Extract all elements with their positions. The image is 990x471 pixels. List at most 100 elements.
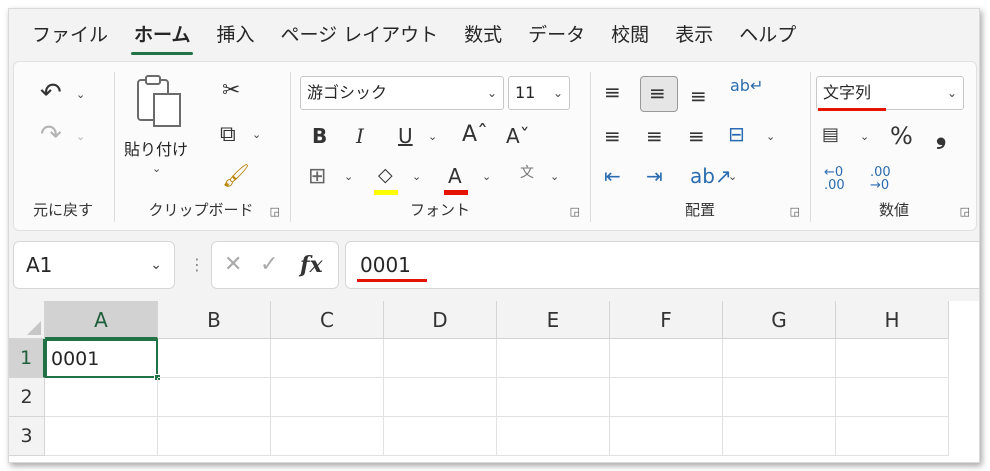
cell-e1[interactable] [497,339,610,378]
underline-icon[interactable]: U [398,126,413,146]
align-left-icon[interactable]: ≡ [604,126,621,146]
cell-g1[interactable] [723,339,836,378]
align-bottom-icon[interactable]: ≡ [690,86,707,106]
accounting-format-icon[interactable]: ▤ [822,126,839,144]
align-middle-button[interactable]: ≡ [640,76,678,112]
cell-a1[interactable]: 0001 [45,339,158,378]
tab-view[interactable]: 表示 [662,9,726,61]
borders-icon[interactable]: ⊞ [308,166,326,188]
decrease-font-size-icon[interactable]: Aˇ [506,126,530,146]
clipboard-launcher-icon[interactable]: ◲ [270,205,280,218]
copy-dropdown-icon[interactable]: ⌄ [252,128,261,141]
phonetic-dropdown-icon[interactable]: ⌄ [550,170,559,183]
font-color-dropdown-icon[interactable]: ⌄ [482,170,491,183]
accounting-dropdown-icon[interactable]: ⌄ [860,130,869,143]
fill-color-icon[interactable]: ◇ [378,166,393,185]
number-format-combo[interactable]: 文字列 ⌄ [816,76,964,110]
cancel-icon[interactable]: ✕ [224,252,242,277]
enter-icon[interactable]: ✓ [260,252,278,277]
column-header-b[interactable]: B [158,301,271,339]
cell-e3[interactable] [497,417,610,456]
percent-style-icon[interactable]: % [890,124,913,148]
cell-h3[interactable] [836,417,949,456]
cell-c2[interactable] [271,378,384,417]
name-box[interactable]: A1 ⌄ [13,241,175,289]
row-header-3[interactable]: 3 [9,417,45,456]
decrease-indent-icon[interactable]: ⇤ [604,166,621,186]
cell-c3[interactable] [271,417,384,456]
borders-dropdown-icon[interactable]: ⌄ [344,170,353,183]
wrap-text-icon[interactable]: ab↵ [730,78,763,94]
cell-f3[interactable] [610,417,723,456]
column-header-c[interactable]: C [271,301,384,339]
font-color-icon[interactable]: A [448,166,462,186]
underline-dropdown-icon[interactable]: ⌄ [428,130,437,143]
cell-d2[interactable] [384,378,497,417]
separator [810,72,811,222]
tab-page-layout[interactable]: ページ レイアウト [267,9,451,61]
italic-icon[interactable]: I [356,126,364,146]
font-name-combo[interactable]: 游ゴシック ⌄ [300,76,504,110]
font-size-combo[interactable]: 11 ⌄ [508,76,570,110]
tab-review[interactable]: 校閲 [598,9,662,61]
row-header-1[interactable]: 1 [9,339,45,378]
tab-help[interactable]: ヘルプ [726,9,809,61]
undo-icon[interactable]: ↶ [40,80,62,106]
column-header-f[interactable]: F [610,301,723,339]
cell-a3[interactable] [45,417,158,456]
cell-f1[interactable] [610,339,723,378]
comma-style-icon[interactable]: ❟ [936,122,946,148]
insert-function-icon[interactable]: fx [300,252,323,278]
align-center-icon[interactable]: ≡ [646,126,663,146]
cell-h2[interactable] [836,378,949,417]
column-header-h[interactable]: H [836,301,949,339]
column-header-d[interactable]: D [384,301,497,339]
column-header-a[interactable]: A [45,301,158,339]
bold-icon[interactable]: B [312,126,327,146]
orientation-icon[interactable]: ab↗ [690,166,732,186]
align-right-icon[interactable]: ≡ [688,126,705,146]
cell-g2[interactable] [723,378,836,417]
decrease-decimal-icon[interactable]: .00 →0 [870,166,891,192]
cell-a2[interactable] [45,378,158,417]
undo-dropdown-icon[interactable]: ⌄ [76,88,85,101]
merge-dropdown-icon[interactable]: ⌄ [766,130,775,143]
cell-b1[interactable] [158,339,271,378]
tab-home[interactable]: ホーム [121,9,203,61]
tab-file[interactable]: ファイル [19,9,121,61]
formula-input[interactable]: 0001 [345,241,979,289]
increase-font-size-icon[interactable]: Aˆ [462,124,488,146]
column-header-e[interactable]: E [497,301,610,339]
merge-center-icon[interactable]: ⊟ [728,124,745,144]
cell-b3[interactable] [158,417,271,456]
fill-color-dropdown-icon[interactable]: ⌄ [412,170,421,183]
cut-icon[interactable]: ✂ [222,80,240,102]
cell-b2[interactable] [158,378,271,417]
cell-g3[interactable] [723,417,836,456]
tab-data[interactable]: データ [515,9,598,61]
format-painter-icon[interactable]: 🖌 [222,166,250,188]
cell-d1[interactable] [384,339,497,378]
column-header-g[interactable]: G [723,301,836,339]
align-top-icon[interactable]: ≡ [604,82,621,102]
copy-icon[interactable]: ⧉ [220,124,236,146]
paste-dropdown-icon[interactable]: ⌄ [152,162,161,175]
cell-f2[interactable] [610,378,723,417]
cell-e2[interactable] [497,378,610,417]
select-all-button[interactable] [9,301,45,339]
number-launcher-icon[interactable]: ◲ [960,205,970,218]
tab-formulas[interactable]: 数式 [451,9,515,61]
alignment-launcher-icon[interactable]: ◲ [790,205,800,218]
increase-indent-icon[interactable]: ⇥ [646,166,663,186]
more-options-icon[interactable]: ⋮ [189,255,205,274]
cell-h1[interactable] [836,339,949,378]
cell-d3[interactable] [384,417,497,456]
orientation-dropdown-icon[interactable]: ⌄ [728,170,737,183]
increase-decimal-icon[interactable]: ←0.00 [824,166,845,192]
font-launcher-icon[interactable]: ◲ [570,205,580,218]
tab-insert[interactable]: 挿入 [203,9,267,61]
row-header-2[interactable]: 2 [9,378,45,417]
phonetic-guide-icon[interactable]: ⽂ [520,166,534,180]
cell-c1[interactable] [271,339,384,378]
paste-button[interactable]: 貼り付け ⌄ [124,72,190,186]
